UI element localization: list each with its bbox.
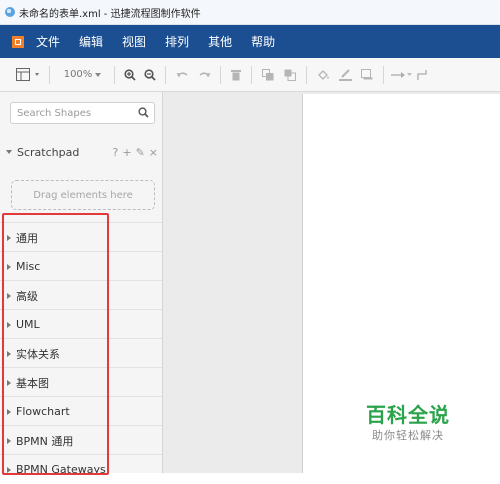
zoom-in-icon xyxy=(124,68,136,81)
sidebar-category-basic[interactable]: 基本图 xyxy=(0,367,162,397)
watermark-title: 百科全说 xyxy=(366,403,450,427)
toolbar-divider xyxy=(114,65,115,84)
edit-icon[interactable]: ✎ xyxy=(136,146,145,159)
chevron-down-icon xyxy=(95,72,102,77)
toolbar-divider xyxy=(251,65,252,84)
paint-bucket-icon xyxy=(317,69,329,80)
zoom-out-button[interactable] xyxy=(140,64,160,86)
undo-icon xyxy=(176,72,187,77)
window-titlebar: 未命名的表单.xml - 迅捷流程图制作软件 xyxy=(0,0,500,25)
window-title: 未命名的表单.xml - 迅捷流程图制作软件 xyxy=(19,8,201,20)
chevron-right-icon xyxy=(7,350,11,357)
menu-bar: 文件 编辑 视图 排列 其他 帮助 xyxy=(0,25,500,58)
toolbar-divider xyxy=(165,65,166,84)
toolbar-divider xyxy=(306,65,307,84)
delete-button[interactable] xyxy=(226,64,246,86)
connection-style-button[interactable] xyxy=(389,64,415,86)
undo-button[interactable] xyxy=(171,64,193,86)
close-icon[interactable]: × xyxy=(149,146,158,159)
menu-help[interactable]: 帮助 xyxy=(251,33,275,50)
trash-icon xyxy=(231,69,241,80)
panel-layout-icon xyxy=(16,67,39,81)
sidebar-category-uml[interactable]: UML xyxy=(0,309,162,339)
category-label: 通用 xyxy=(16,231,38,245)
search-icon[interactable] xyxy=(138,107,149,118)
to-back-icon xyxy=(284,69,296,81)
drop-zone-hint: Drag elements here xyxy=(33,189,133,201)
to-front-icon xyxy=(262,68,274,80)
zoom-out-icon xyxy=(144,68,156,81)
shadow-button[interactable] xyxy=(356,64,378,86)
category-label: UML xyxy=(16,318,40,331)
scratchpad-header[interactable]: Scratchpad ? + ✎ × xyxy=(0,140,162,164)
elbow-connector-icon xyxy=(417,69,427,80)
chevron-right-icon xyxy=(7,234,11,241)
scratchpad-drop-zone[interactable]: Drag elements here xyxy=(11,180,155,210)
toolbar-divider xyxy=(383,65,384,84)
category-label: Misc xyxy=(16,260,41,273)
zoom-select[interactable]: 100% xyxy=(55,64,109,86)
sidebar-category-entity-relation[interactable]: 实体关系 xyxy=(0,338,162,368)
line-color-button[interactable] xyxy=(334,64,356,86)
sidebar-category-bpmn-gateways[interactable]: BPMN Gateways xyxy=(0,454,162,484)
arrow-right-icon xyxy=(391,71,412,78)
redo-button[interactable] xyxy=(193,64,215,86)
chevron-right-icon xyxy=(7,437,11,444)
menu-view[interactable]: 视图 xyxy=(122,33,146,50)
chevron-right-icon xyxy=(7,466,11,473)
sidebar-category-general[interactable]: 通用 xyxy=(0,222,162,252)
sidebar-category-bpmn-general[interactable]: BPMN 通用 xyxy=(0,425,162,455)
sidebar-category-misc[interactable]: Misc xyxy=(0,251,162,281)
zoom-level: 100% xyxy=(63,69,93,80)
chevron-right-icon xyxy=(7,379,11,386)
category-label: Flowchart xyxy=(16,405,70,418)
category-label: 高级 xyxy=(16,289,38,303)
help-icon[interactable]: ? xyxy=(113,146,119,159)
watermark-subtitle: 助你轻松解决 xyxy=(372,429,444,442)
to-back-button[interactable] xyxy=(279,64,301,86)
sidebar-category-flowchart[interactable]: Flowchart xyxy=(0,396,162,426)
menu-file[interactable]: 文件 xyxy=(36,33,60,50)
search-input[interactable] xyxy=(11,103,135,123)
add-icon[interactable]: + xyxy=(122,146,131,159)
scratchpad-label: Scratchpad xyxy=(17,145,80,159)
zoom-in-button[interactable] xyxy=(120,64,140,86)
toolbar: 100% xyxy=(0,58,500,92)
pencil-icon xyxy=(338,68,352,81)
shadow-icon xyxy=(361,69,373,80)
shapes-sidebar: Scratchpad ? + ✎ × Drag elements here 通用… xyxy=(0,92,163,476)
app-logo-icon xyxy=(12,35,24,48)
menu-edit[interactable]: 编辑 xyxy=(79,33,103,50)
chevron-right-icon xyxy=(7,321,11,328)
search-box xyxy=(10,102,155,124)
category-label: 实体关系 xyxy=(16,347,60,361)
chevron-right-icon xyxy=(7,292,11,299)
chevron-right-icon xyxy=(7,408,11,415)
toolbar-divider xyxy=(220,65,221,84)
menu-extras[interactable]: 其他 xyxy=(208,33,232,50)
chevron-down-icon xyxy=(6,150,12,154)
fill-color-button[interactable] xyxy=(312,64,334,86)
category-label: BPMN Gateways xyxy=(16,463,106,476)
toolbar-divider xyxy=(49,65,50,84)
redo-icon xyxy=(199,72,210,77)
chevron-right-icon xyxy=(7,263,11,270)
waypoints-button[interactable] xyxy=(415,64,429,86)
sidebar-category-advanced[interactable]: 高级 xyxy=(0,280,162,310)
category-label: 基本图 xyxy=(16,376,49,390)
menu-arrange[interactable]: 排列 xyxy=(165,33,189,50)
to-front-button[interactable] xyxy=(257,64,279,86)
format-panel-button[interactable] xyxy=(14,64,44,86)
category-label: BPMN 通用 xyxy=(16,434,74,448)
app-icon xyxy=(5,7,15,17)
